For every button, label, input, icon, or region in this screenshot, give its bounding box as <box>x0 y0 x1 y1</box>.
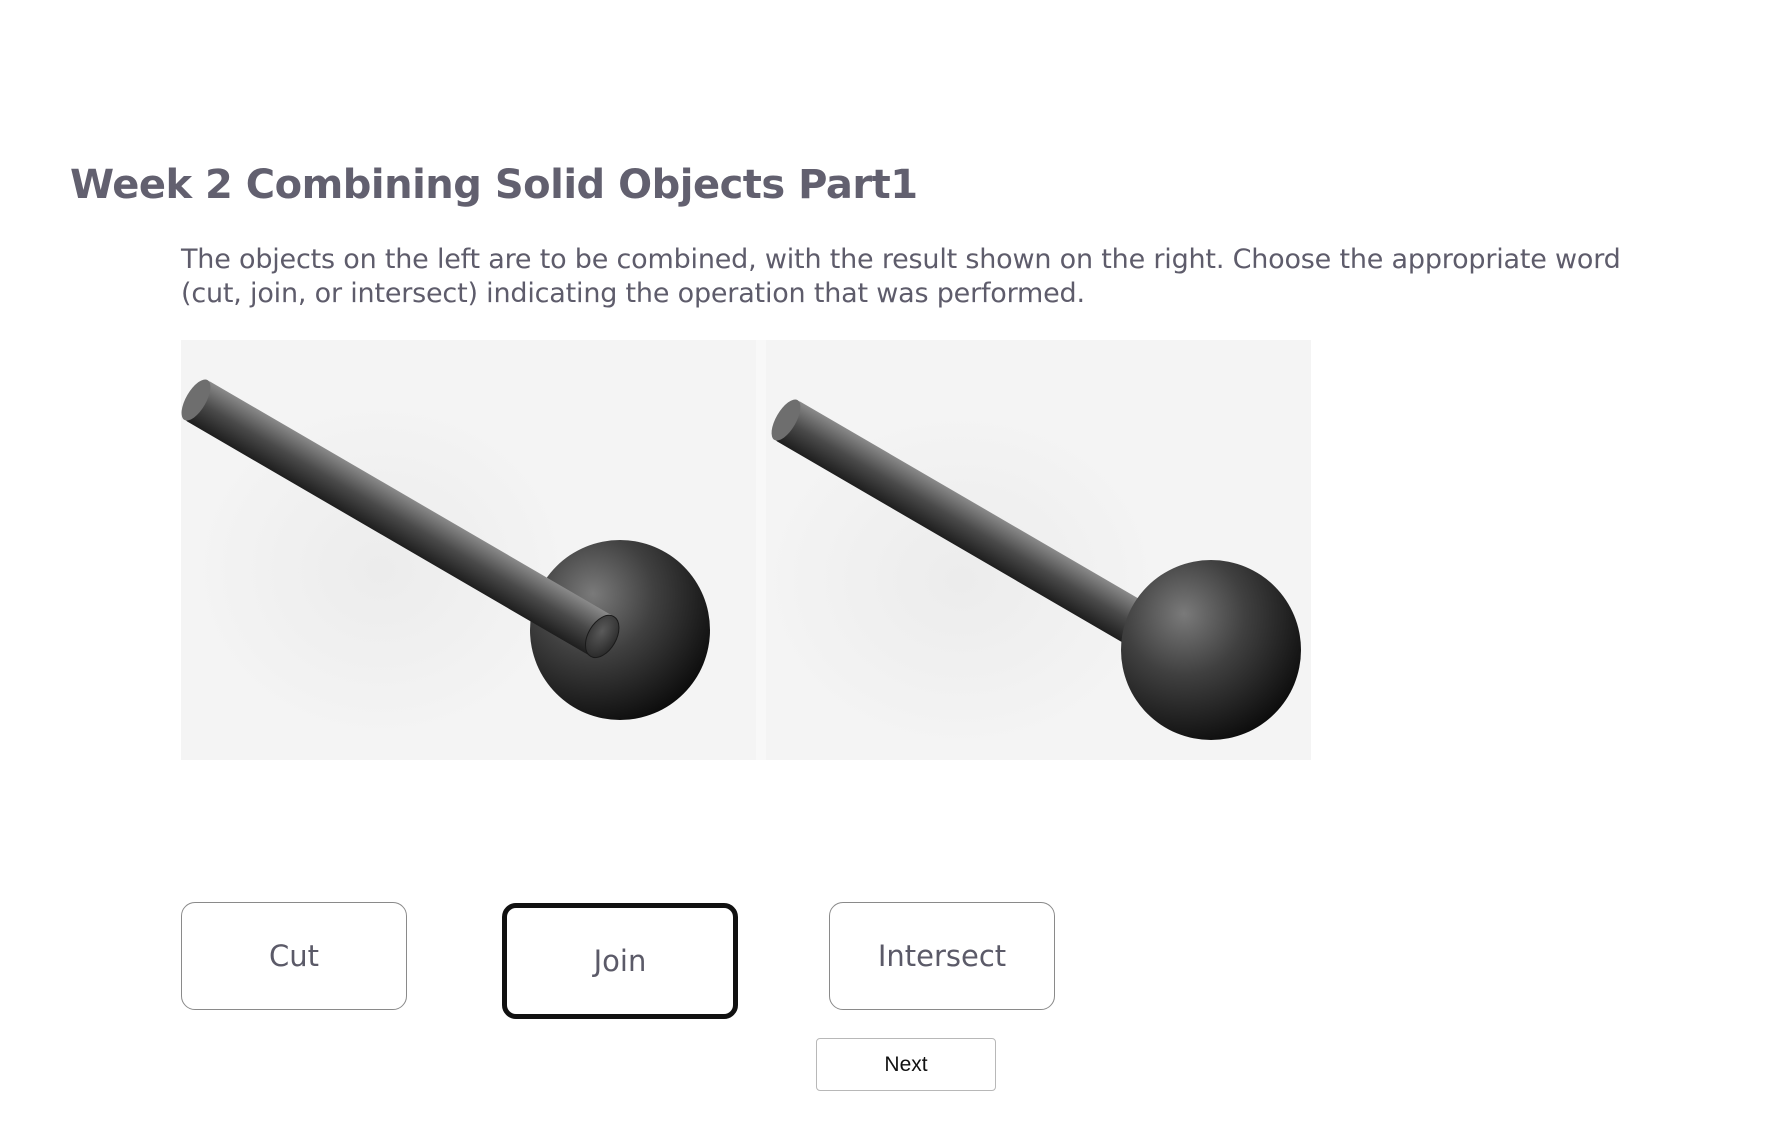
instructions-text: The objects on the left are to be combin… <box>181 244 1621 309</box>
solids-illustration <box>181 340 1301 760</box>
intersect-button[interactable]: Intersect <box>829 902 1055 1010</box>
cut-button[interactable]: Cut <box>181 902 407 1010</box>
join-button[interactable]: Join <box>502 903 738 1019</box>
problem-figure <box>181 340 1311 760</box>
next-button[interactable]: Next <box>816 1038 996 1091</box>
page-title: Week 2 Combining Solid Objects Part1 <box>70 162 918 208</box>
